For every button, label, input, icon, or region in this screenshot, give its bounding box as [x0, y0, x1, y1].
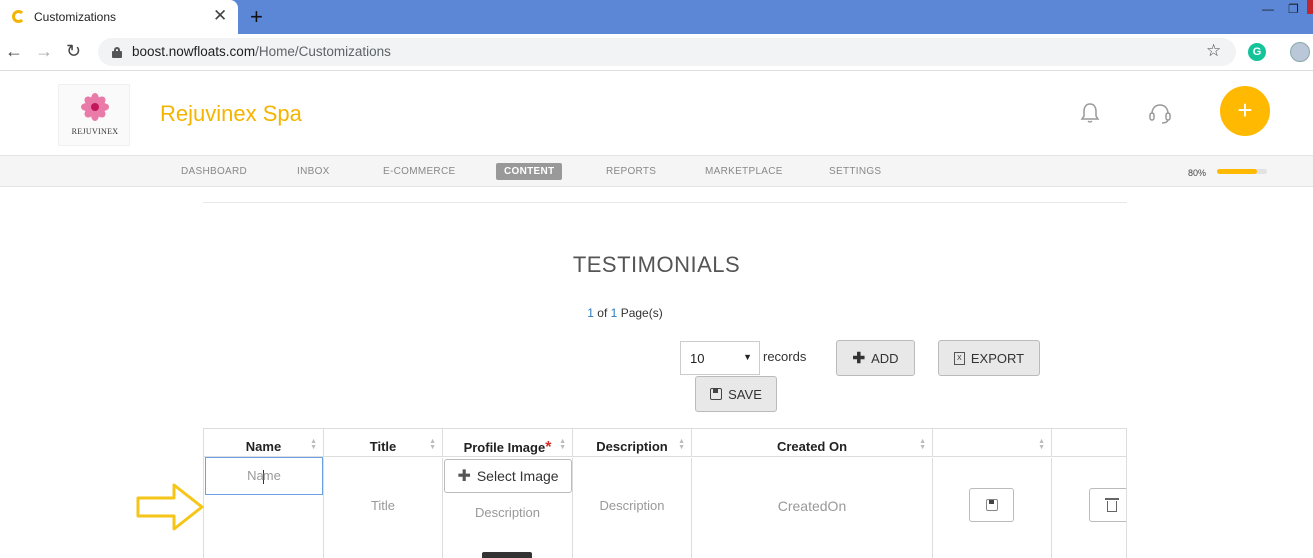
new-tab-icon[interactable]: + [250, 4, 263, 30]
reload-icon[interactable]: ↻ [66, 41, 81, 61]
column-header-save[interactable]: ▲ ▼ [933, 429, 1052, 457]
browser-tab[interactable]: Customizations ✕ [0, 0, 238, 34]
name-input[interactable]: Name [205, 457, 323, 495]
column-header-profile-image[interactable]: Profile Image* ▲ ▼ [443, 429, 573, 457]
required-marker: * [545, 439, 552, 456]
app-header: REJUVINEX Rejuvinex Spa + [0, 72, 1313, 156]
browser-tab-bar: Customizations ✕ + — ❐ [0, 0, 1313, 34]
address-bar: ← → ↻ boost.nowfloats.com/Home/Customiza… [0, 34, 1313, 71]
row-delete-button[interactable] [1089, 488, 1126, 522]
sort-icon: ▲ ▼ [429, 438, 436, 451]
column-header-description[interactable]: Description ▲ ▼ [573, 429, 692, 457]
save-button[interactable]: SAVE [695, 376, 777, 412]
nav-settings[interactable]: SETTINGS [829, 166, 881, 177]
annotation-arrow-icon [136, 483, 204, 531]
business-name: Rejuvinex Spa [160, 101, 302, 126]
back-icon[interactable]: ← [5, 41, 23, 61]
profile-avatar[interactable] [1290, 42, 1310, 62]
column-header-delete[interactable] [1052, 429, 1126, 457]
sort-icon: ▲ ▼ [559, 438, 566, 451]
support-headset-icon[interactable] [1148, 102, 1172, 124]
description-input[interactable]: Description [599, 498, 664, 513]
nav-content[interactable]: CONTENT [496, 163, 563, 180]
records-per-page-select[interactable]: 10 ▼ [680, 341, 760, 375]
trash-icon [1104, 498, 1119, 512]
nav-dashboard[interactable]: DASHBOARD [181, 166, 247, 177]
floppy-disk-icon [710, 388, 723, 400]
profile-image-thumbnail [482, 552, 532, 558]
column-header-title[interactable]: Title ▲ ▼ [324, 429, 443, 457]
sort-icon: ▲ ▼ [678, 438, 685, 451]
forward-icon[interactable]: → [35, 41, 53, 61]
close-tab-icon[interactable]: ✕ [213, 7, 227, 25]
image-description-text: Description [474, 505, 541, 520]
sort-icon: ▲ ▼ [1038, 438, 1045, 451]
profile-progress-bar [1217, 169, 1267, 174]
cell-title: Title [324, 458, 443, 558]
site-favicon-icon [12, 10, 25, 23]
cell-description: Description [573, 458, 692, 558]
business-logo[interactable]: REJUVINEX [58, 84, 130, 146]
content-divider [203, 202, 1127, 203]
records-label: records [763, 349, 807, 364]
url-text: boost.nowfloats.com/Home/Customizations [132, 44, 391, 59]
add-button[interactable]: ✚ ADD [836, 340, 915, 376]
title-input[interactable]: Title [371, 498, 395, 513]
floppy-disk-icon [985, 499, 998, 511]
nav-ecommerce[interactable]: E-COMMERCE [383, 166, 455, 177]
profile-progress-label: 80% [1188, 168, 1207, 178]
testimonials-table: Name ▲ ▼ Title ▲ ▼ Profile Image* ▲ ▼ Descript… [203, 428, 1127, 558]
bell-icon[interactable] [1080, 102, 1100, 124]
row-save-button[interactable] [969, 488, 1014, 522]
dropdown-caret-icon: ▼ [743, 352, 752, 362]
page-title: TESTIMONIALS [572, 252, 741, 277]
sort-icon: ▲ ▼ [310, 438, 317, 451]
nav-inbox[interactable]: INBOX [297, 166, 330, 177]
pagination-info: 1 of 1 Page(s) [587, 306, 663, 320]
url-input[interactable]: boost.nowfloats.com/Home/Customizations … [98, 38, 1236, 66]
grammarly-extension-icon[interactable]: G [1248, 43, 1266, 61]
nav-marketplace[interactable]: MARKETPLACE [705, 166, 783, 177]
plus-icon: ✚ [852, 350, 866, 367]
created-on-input[interactable]: CreatedOn [778, 498, 846, 514]
plus-icon: ✚ [457, 468, 471, 485]
cell-created-on: CreatedOn [692, 458, 933, 558]
column-header-created-on[interactable]: Created On ▲ ▼ [692, 429, 933, 457]
column-header-name[interactable]: Name ▲ ▼ [204, 429, 324, 457]
close-window-icon[interactable] [1307, 0, 1313, 14]
profile-progress-fill [1217, 169, 1257, 174]
lock-icon [112, 47, 122, 58]
restore-icon[interactable]: ❐ [1288, 2, 1299, 16]
nav-reports[interactable]: REPORTS [606, 166, 656, 177]
main-nav: DASHBOARD INBOX E-COMMERCE CONTENT REPOR… [0, 156, 1313, 187]
select-image-button[interactable]: ✚ Select Image [444, 459, 572, 493]
export-button[interactable]: X EXPORT [938, 340, 1040, 376]
minimize-icon[interactable]: — [1262, 2, 1274, 16]
logo-text: REJUVINEX [71, 127, 119, 136]
excel-file-icon: X [953, 351, 965, 365]
sort-icon: ▲ ▼ [919, 438, 926, 451]
tab-title: Customizations [34, 10, 117, 24]
bookmark-star-icon[interactable]: ☆ [1206, 41, 1221, 61]
lotus-logo-icon [81, 93, 109, 121]
quick-add-button[interactable]: + [1220, 86, 1270, 136]
